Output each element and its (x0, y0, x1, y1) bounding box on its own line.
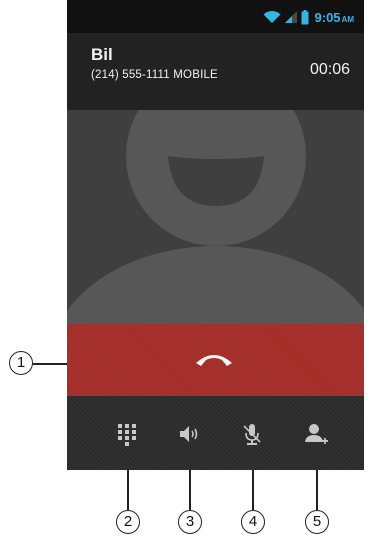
call-controls (67, 396, 364, 470)
contact-photo (67, 66, 364, 470)
end-call-handset-icon (194, 351, 234, 374)
add-call-button[interactable] (304, 422, 328, 446)
caller-number: (214) 555-1111 MOBILE (91, 69, 218, 81)
speaker-icon (177, 422, 201, 446)
callout-leader-5 (316, 470, 318, 510)
callout-2: 2 (116, 510, 140, 534)
battery-icon (301, 9, 309, 25)
mute-button[interactable] (240, 422, 264, 446)
status-time: 9:05AM (315, 10, 354, 25)
time-ampm: AM (341, 14, 354, 24)
callout-3: 3 (178, 510, 202, 534)
caller-info-bar: Bil (214) 555-1111 MOBILE 00:06 (67, 33, 364, 110)
phone-screen: 9:05AM Bil (214) 555-1111 MOBILE 00:06 (67, 0, 364, 470)
callout-leader-3 (189, 470, 191, 510)
time-text: 9:05 (314, 9, 341, 25)
callout-4: 4 (241, 510, 265, 534)
callout-5: 5 (305, 510, 329, 534)
caller-name: Bil (91, 45, 113, 64)
status-bar: 9:05AM (67, 0, 364, 33)
default-contact-silhouette-icon (67, 66, 364, 470)
wifi-icon (263, 10, 281, 24)
callout-leader-1 (33, 363, 67, 365)
signal-icon (284, 10, 298, 24)
end-call-button[interactable] (67, 324, 364, 396)
dialpad-icon (115, 422, 139, 446)
add-call-icon (304, 422, 328, 446)
dialpad-button[interactable] (115, 422, 139, 446)
callout-leader-2 (127, 470, 129, 510)
call-duration: 00:06 (309, 61, 350, 78)
callout-leader-4 (252, 470, 254, 510)
speaker-button[interactable] (177, 422, 201, 446)
status-icons: 9:05AM (263, 8, 354, 26)
callout-1: 1 (9, 351, 33, 375)
mute-microphone-icon (240, 422, 264, 446)
